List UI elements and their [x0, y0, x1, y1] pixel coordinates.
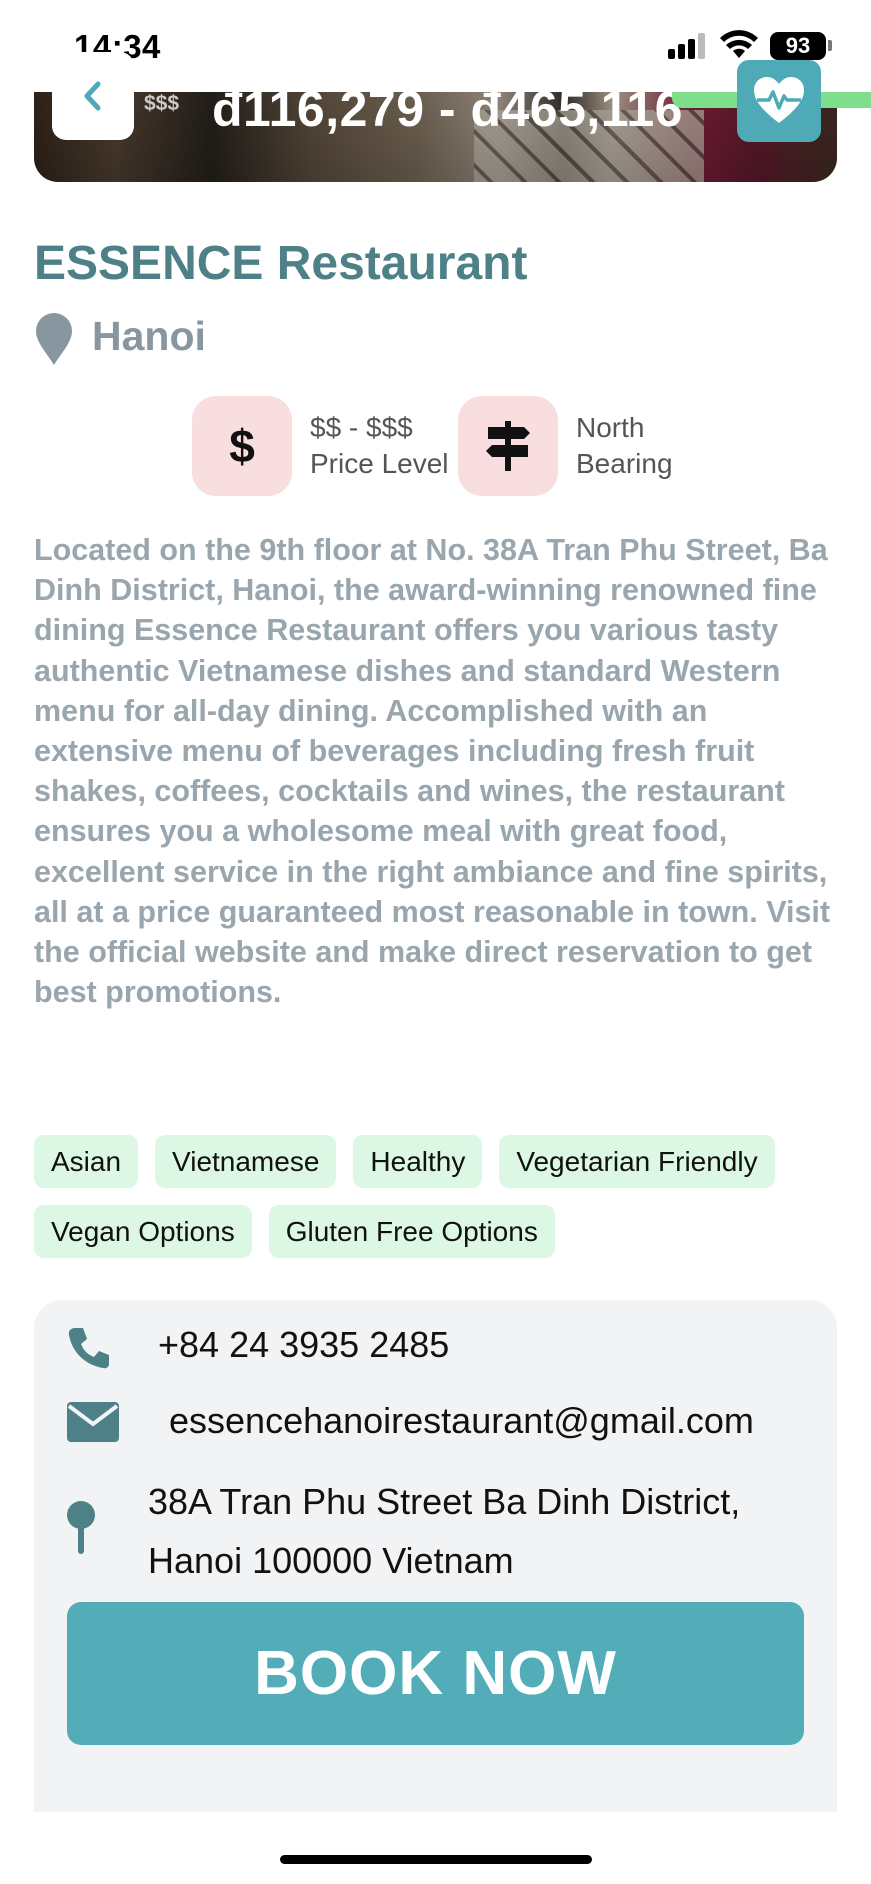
hero-price-level: $$$: [144, 92, 180, 115]
phone-icon: [68, 1328, 109, 1369]
battery-cap: [828, 40, 832, 51]
signpost-icon: [486, 421, 530, 471]
contact-card: +84 24 3935 2485 essencehanoirestaurant@…: [34, 1300, 837, 1812]
bearing-value: North: [576, 412, 645, 443]
home-indicator: [280, 1855, 592, 1864]
back-button[interactable]: [52, 52, 134, 140]
envelope-icon: [67, 1402, 119, 1442]
restaurant-name: ESSENCE Restaurant: [34, 237, 528, 290]
wifi-icon: [720, 30, 758, 58]
restaurant-city: Hanoi: [92, 313, 206, 359]
tag-gluten-free-options: Gluten Free Options: [268, 1205, 555, 1258]
price-level-label: Price Level: [310, 448, 449, 479]
restaurant-description: Located on the 9th floor at No. 38A Tran…: [34, 533, 831, 1010]
pin-icon: [67, 1501, 95, 1554]
heartbeat-icon: [754, 77, 804, 123]
map-pin-icon: [36, 313, 72, 365]
dollar-icon: $: [229, 420, 255, 472]
phone-number-link[interactable]: +84 24 3935 2485: [158, 1324, 449, 1366]
tag-asian: Asian: [34, 1135, 139, 1188]
price-level-icon-box: $: [192, 396, 292, 496]
chevron-left-icon: [84, 81, 101, 111]
battery-icon: 93: [770, 32, 826, 60]
bearing-label: Bearing: [576, 448, 673, 479]
book-now-button[interactable]: BOOK NOW: [67, 1602, 804, 1745]
tag-healthy: Healthy: [353, 1135, 483, 1188]
cuisine-tags: Asian Vietnamese Healthy Vegetarian Frie…: [34, 1135, 844, 1258]
address-link[interactable]: 38A Tran Phu Street Ba Dinh District, Ha…: [148, 1472, 808, 1590]
signal-icon: [668, 33, 708, 59]
email-link[interactable]: essencehanoirestaurant@gmail.com: [169, 1400, 754, 1442]
favorite-button[interactable]: [737, 60, 821, 142]
price-level-info: $$ - $$$ Price Level: [310, 410, 449, 482]
price-level-value: $$ - $$$: [310, 412, 413, 443]
bearing-icon-box: [458, 396, 558, 496]
tag-vegetarian-friendly: Vegetarian Friendly: [499, 1135, 775, 1188]
bearing-info: North Bearing: [576, 410, 673, 482]
tag-vegan-options: Vegan Options: [34, 1205, 252, 1258]
tag-vietnamese: Vietnamese: [155, 1135, 337, 1188]
